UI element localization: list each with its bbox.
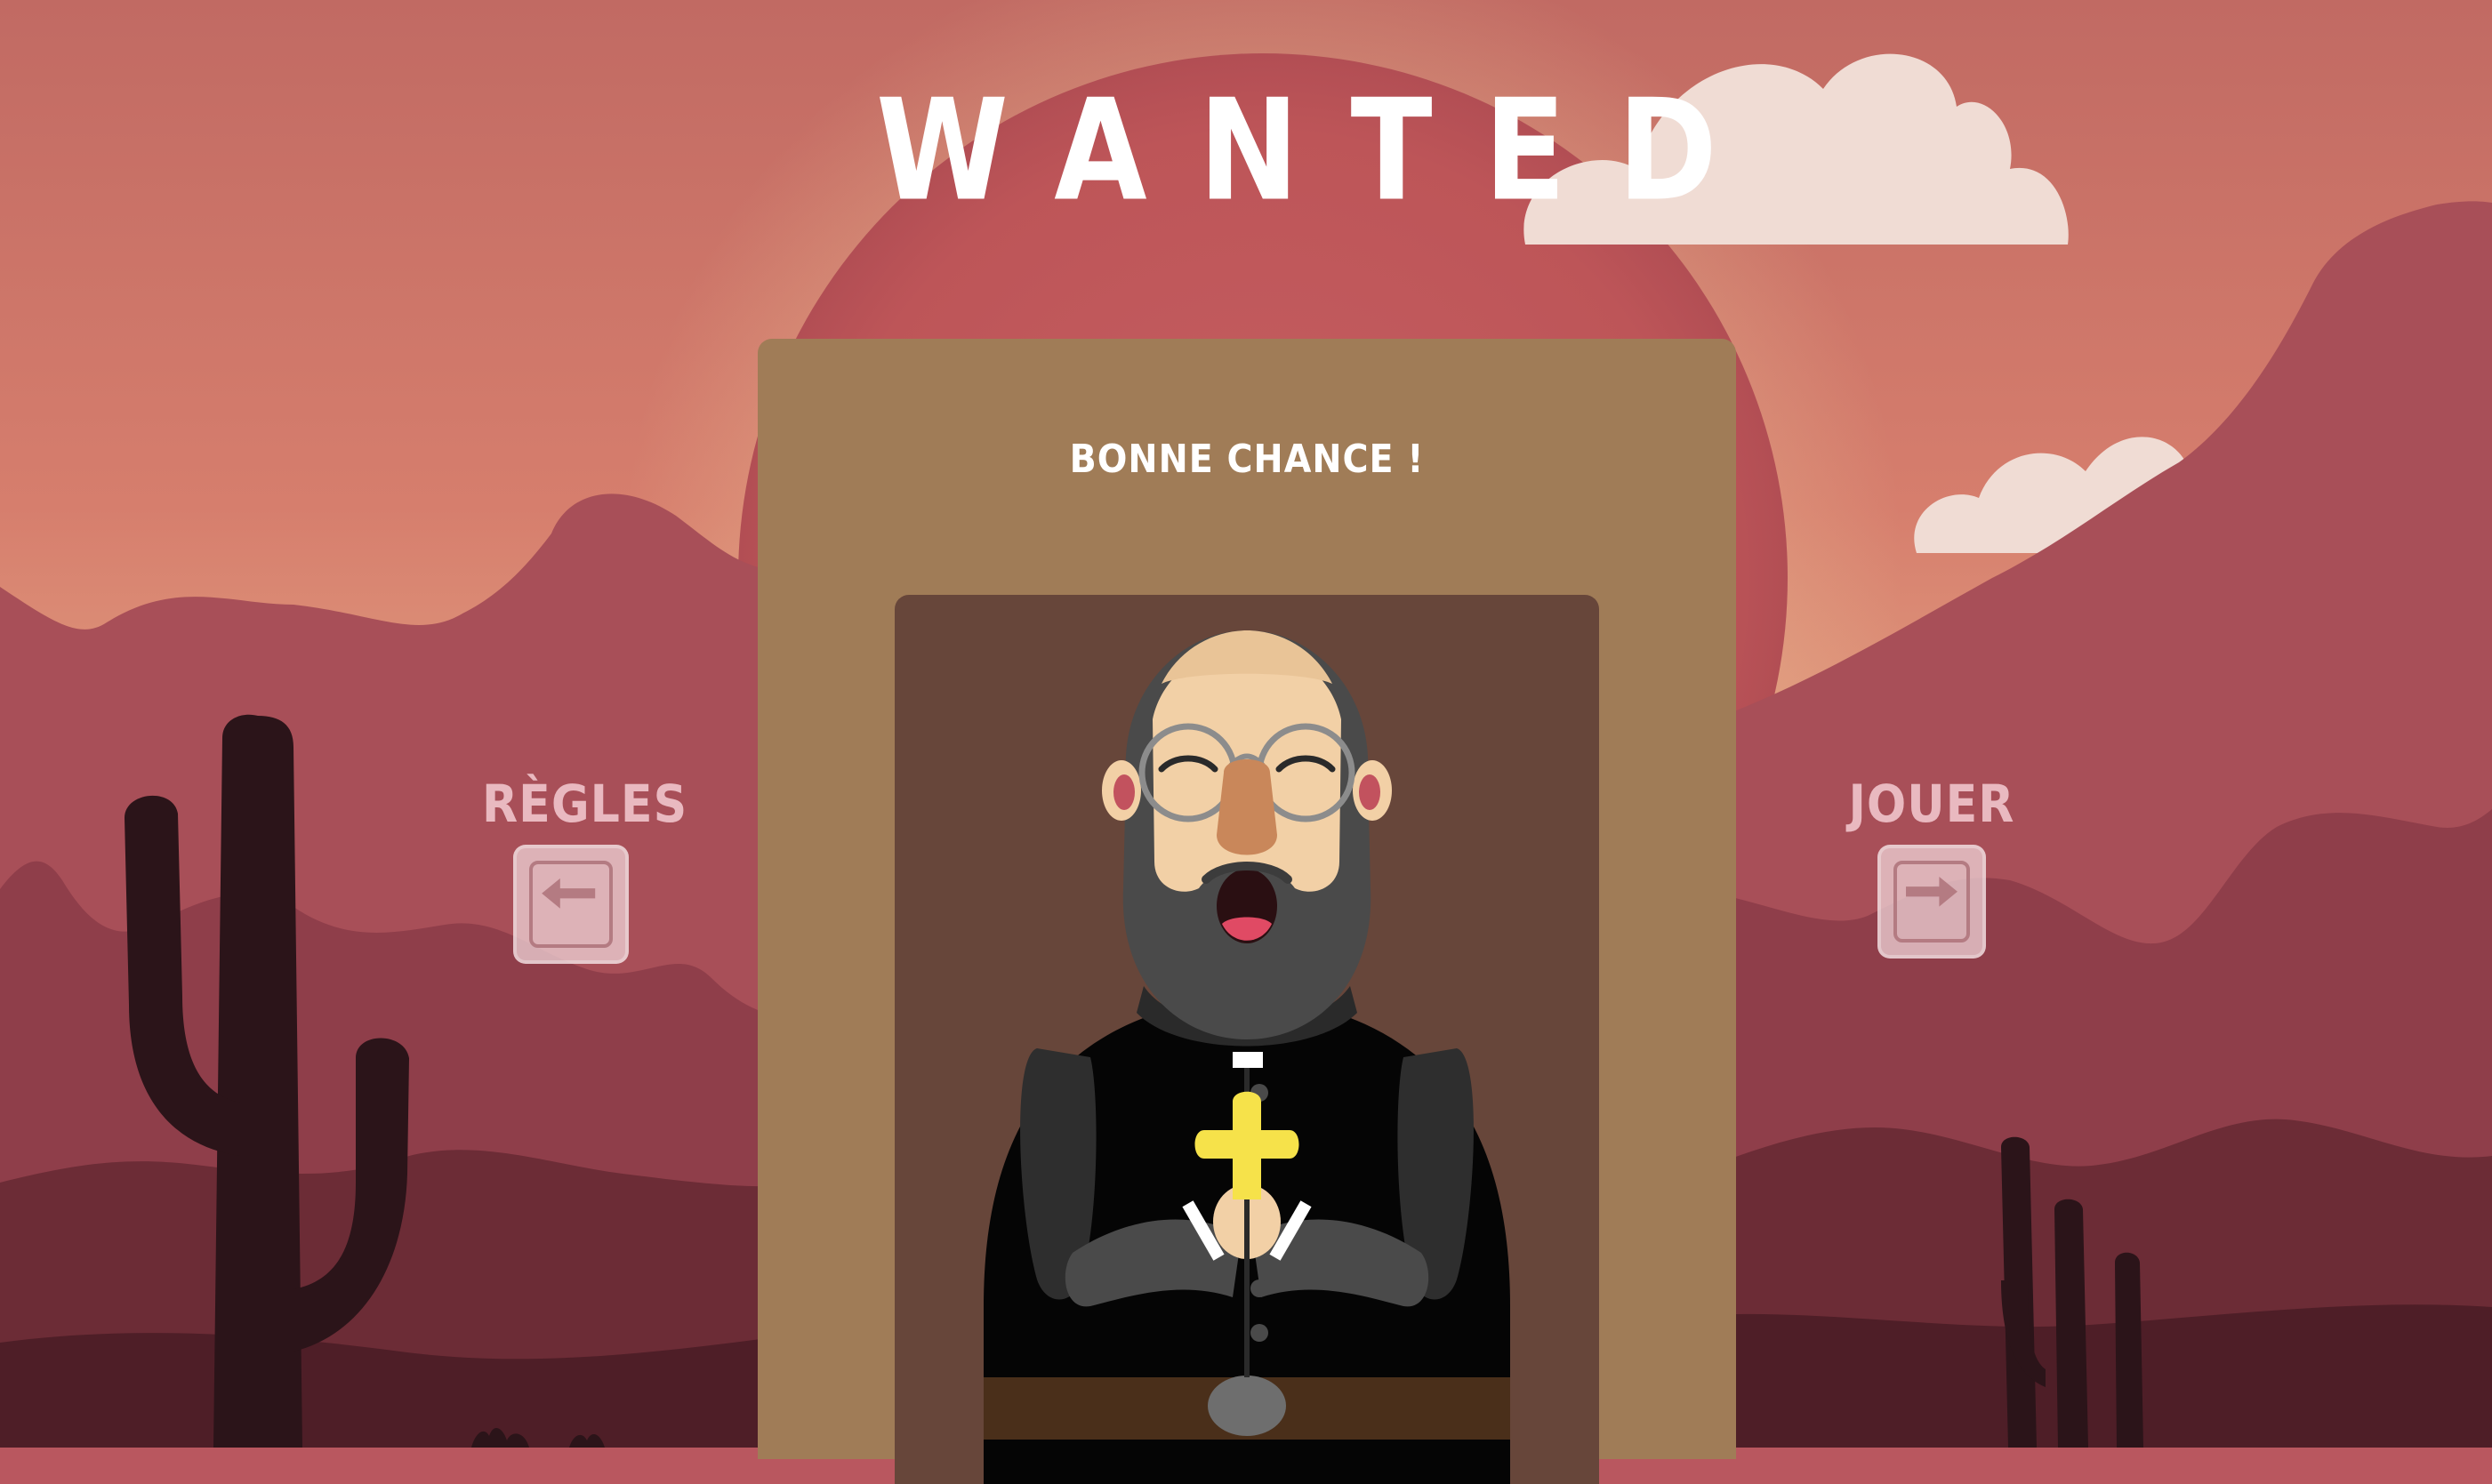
wanted-poster: BONNE CHANCE ! <box>758 339 1736 1484</box>
ground-right <box>1690 1304 2492 1448</box>
play-label[interactable]: JOUER <box>1843 774 2021 834</box>
priest-character-icon <box>984 630 1510 1484</box>
play-nav[interactable]: JOUER <box>1843 774 2021 959</box>
arrow-left-icon <box>542 878 596 909</box>
arrow-right-key-icon[interactable] <box>1877 845 1986 959</box>
game-title: WANTED <box>876 69 1769 233</box>
portrait-frame <box>895 595 1599 1484</box>
rules-label[interactable]: RÈGLES <box>482 774 687 834</box>
poster-message: BONNE CHANCE ! <box>1069 437 1425 482</box>
arrow-left-key-icon[interactable] <box>513 845 629 964</box>
rules-nav[interactable]: RÈGLES <box>482 774 687 964</box>
arrow-right-icon <box>1906 876 1957 907</box>
